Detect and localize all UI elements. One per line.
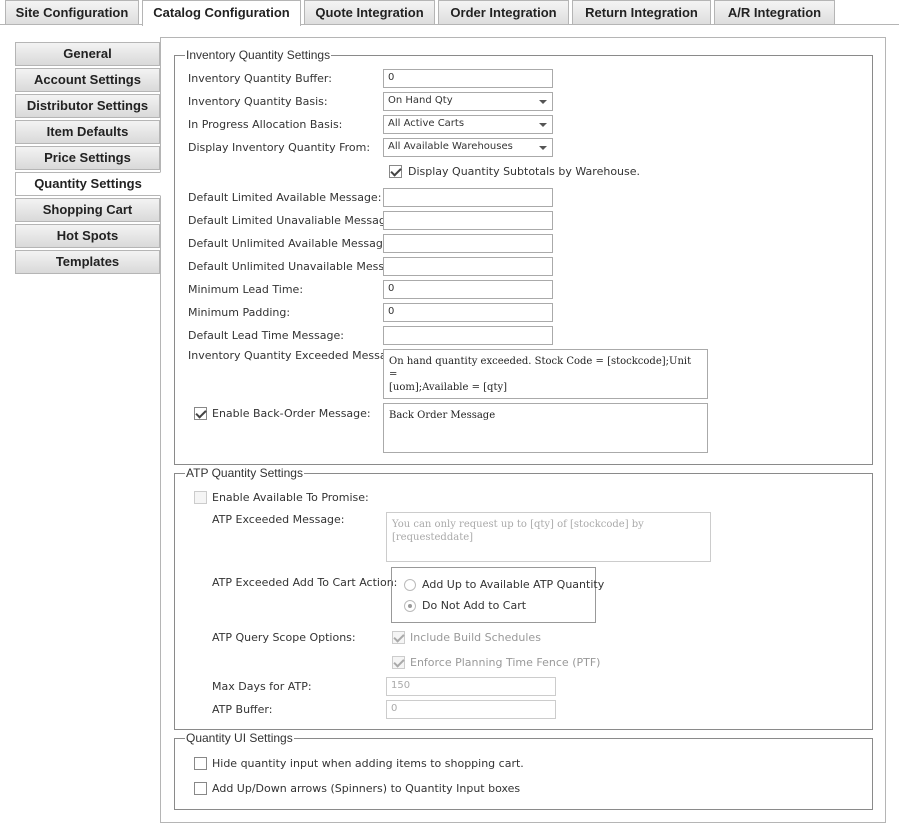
exceeded-msg-textarea[interactable]: On hand quantity exceeded. Stock Code = …: [383, 349, 708, 399]
tab-divider: [0, 24, 899, 25]
tab-order-integration[interactable]: Order Integration: [438, 0, 569, 24]
inventory-buffer-label: Inventory Quantity Buffer:: [188, 72, 332, 85]
atp-exceeded-label: ATP Exceeded Message:: [212, 513, 345, 526]
display-from-select[interactable]: All Available Warehouses: [383, 138, 553, 157]
tab-quote-integration[interactable]: Quote Integration: [304, 0, 435, 24]
backorder-textarea[interactable]: Back Order Message: [383, 403, 708, 453]
side-item-hot-spots[interactable]: Hot Spots: [15, 224, 160, 248]
atp-action-radio-2[interactable]: [404, 600, 416, 612]
lim-avail-input[interactable]: [383, 188, 553, 207]
subtotals-label: Display Quantity Subtotals by Warehouse.: [408, 165, 641, 178]
atp-exceeded-textarea[interactable]: You can only request up to [qty] of [sto…: [386, 512, 711, 562]
inventory-basis-label: Inventory Quantity Basis:: [188, 95, 328, 108]
side-item-distributor-settings[interactable]: Distributor Settings: [15, 94, 160, 118]
display-from-value: All Available Warehouses: [388, 141, 513, 152]
min-lead-input[interactable]: 0: [383, 280, 553, 299]
lim-avail-label: Default Limited Available Message:: [188, 191, 382, 204]
spinner-checkbox[interactable]: [194, 782, 207, 795]
lim-unavail-label: Default Limited Unavaliable Message:: [188, 214, 397, 227]
inventory-legend: Inventory Quantity Settings: [185, 48, 332, 62]
tab-ar-integration[interactable]: A/R Integration: [714, 0, 835, 24]
hide-qty-label: Hide quantity input when adding items to…: [212, 757, 524, 770]
unlim-avail-input[interactable]: [383, 234, 553, 253]
chevron-down-icon: [539, 123, 547, 127]
side-item-account-settings[interactable]: Account Settings: [15, 68, 160, 92]
backorder-label: Enable Back-Order Message:: [212, 407, 371, 420]
inventory-buffer-input[interactable]: 0: [383, 69, 553, 88]
tab-site-configuration[interactable]: Site Configuration: [5, 0, 139, 24]
tab-catalog-configuration[interactable]: Catalog Configuration: [142, 0, 301, 26]
backorder-checkbox[interactable]: [194, 407, 207, 420]
atp-action-radio-group: [391, 567, 596, 623]
atp-action-opt1-label: Add Up to Available ATP Quantity: [422, 578, 605, 591]
atp-scope-ptf-checkbox[interactable]: [392, 656, 405, 669]
spinner-label: Add Up/Down arrows (Spinners) to Quantit…: [212, 782, 521, 795]
subtotals-checkbox[interactable]: [389, 165, 402, 178]
atp-buffer-label: ATP Buffer:: [212, 703, 273, 716]
side-item-quantity-settings[interactable]: Quantity Settings: [15, 172, 161, 196]
atp-max-days-label: Max Days for ATP:: [212, 680, 312, 693]
atp-enable-checkbox[interactable]: [194, 491, 207, 504]
hide-qty-checkbox[interactable]: [194, 757, 207, 770]
atp-legend: ATP Quantity Settings: [185, 466, 304, 480]
tab-return-integration[interactable]: Return Integration: [572, 0, 711, 24]
lim-unavail-input[interactable]: [383, 211, 553, 230]
unlim-unavail-label: Default Unlimited Unavailable Message:: [188, 260, 409, 273]
side-item-shopping-cart[interactable]: Shopping Cart: [15, 198, 160, 222]
min-pad-input[interactable]: 0: [383, 303, 553, 322]
qui-legend: Quantity UI Settings: [185, 731, 294, 745]
chevron-down-icon: [539, 100, 547, 104]
alloc-basis-select[interactable]: All Active Carts: [383, 115, 553, 134]
display-from-label: Display Inventory Quantity From:: [188, 141, 371, 154]
side-item-general[interactable]: General: [15, 42, 160, 66]
side-item-price-settings[interactable]: Price Settings: [15, 146, 160, 170]
atp-buffer-input[interactable]: 0: [386, 700, 556, 719]
unlim-unavail-input[interactable]: [383, 257, 553, 276]
exceeded-msg-label: Inventory Quantity Exceeded Message: [188, 349, 401, 362]
atp-action-opt2-label: Do Not Add to Cart: [422, 599, 527, 612]
atp-scope-build-checkbox[interactable]: [392, 631, 405, 644]
min-pad-label: Minimum Padding:: [188, 306, 291, 319]
atp-scope-ptf-label: Enforce Planning Time Fence (PTF): [410, 656, 601, 669]
atp-scope-build-label: Include Build Schedules: [410, 631, 541, 644]
atp-action-radio-1[interactable]: [404, 579, 416, 591]
atp-enable-label: Enable Available To Promise:: [212, 491, 369, 504]
atp-max-days-input[interactable]: 150: [386, 677, 556, 696]
side-item-item-defaults[interactable]: Item Defaults: [15, 120, 160, 144]
inventory-basis-value: On Hand Qty: [388, 95, 453, 106]
chevron-down-icon: [539, 146, 547, 150]
atp-action-label: ATP Exceeded Add To Cart Action:: [212, 576, 398, 589]
lead-msg-label: Default Lead Time Message:: [188, 329, 344, 342]
unlim-avail-label: Default Unlimited Available Message:: [188, 237, 394, 250]
qui-settings-group: [174, 738, 873, 810]
inventory-basis-select[interactable]: On Hand Qty: [383, 92, 553, 111]
alloc-basis-label: In Progress Allocation Basis:: [188, 118, 343, 131]
min-lead-label: Minimum Lead Time:: [188, 283, 304, 296]
atp-scope-label: ATP Query Scope Options:: [212, 631, 356, 644]
lead-msg-input[interactable]: [383, 326, 553, 345]
alloc-basis-value: All Active Carts: [388, 118, 465, 129]
side-item-templates[interactable]: Templates: [15, 250, 160, 274]
